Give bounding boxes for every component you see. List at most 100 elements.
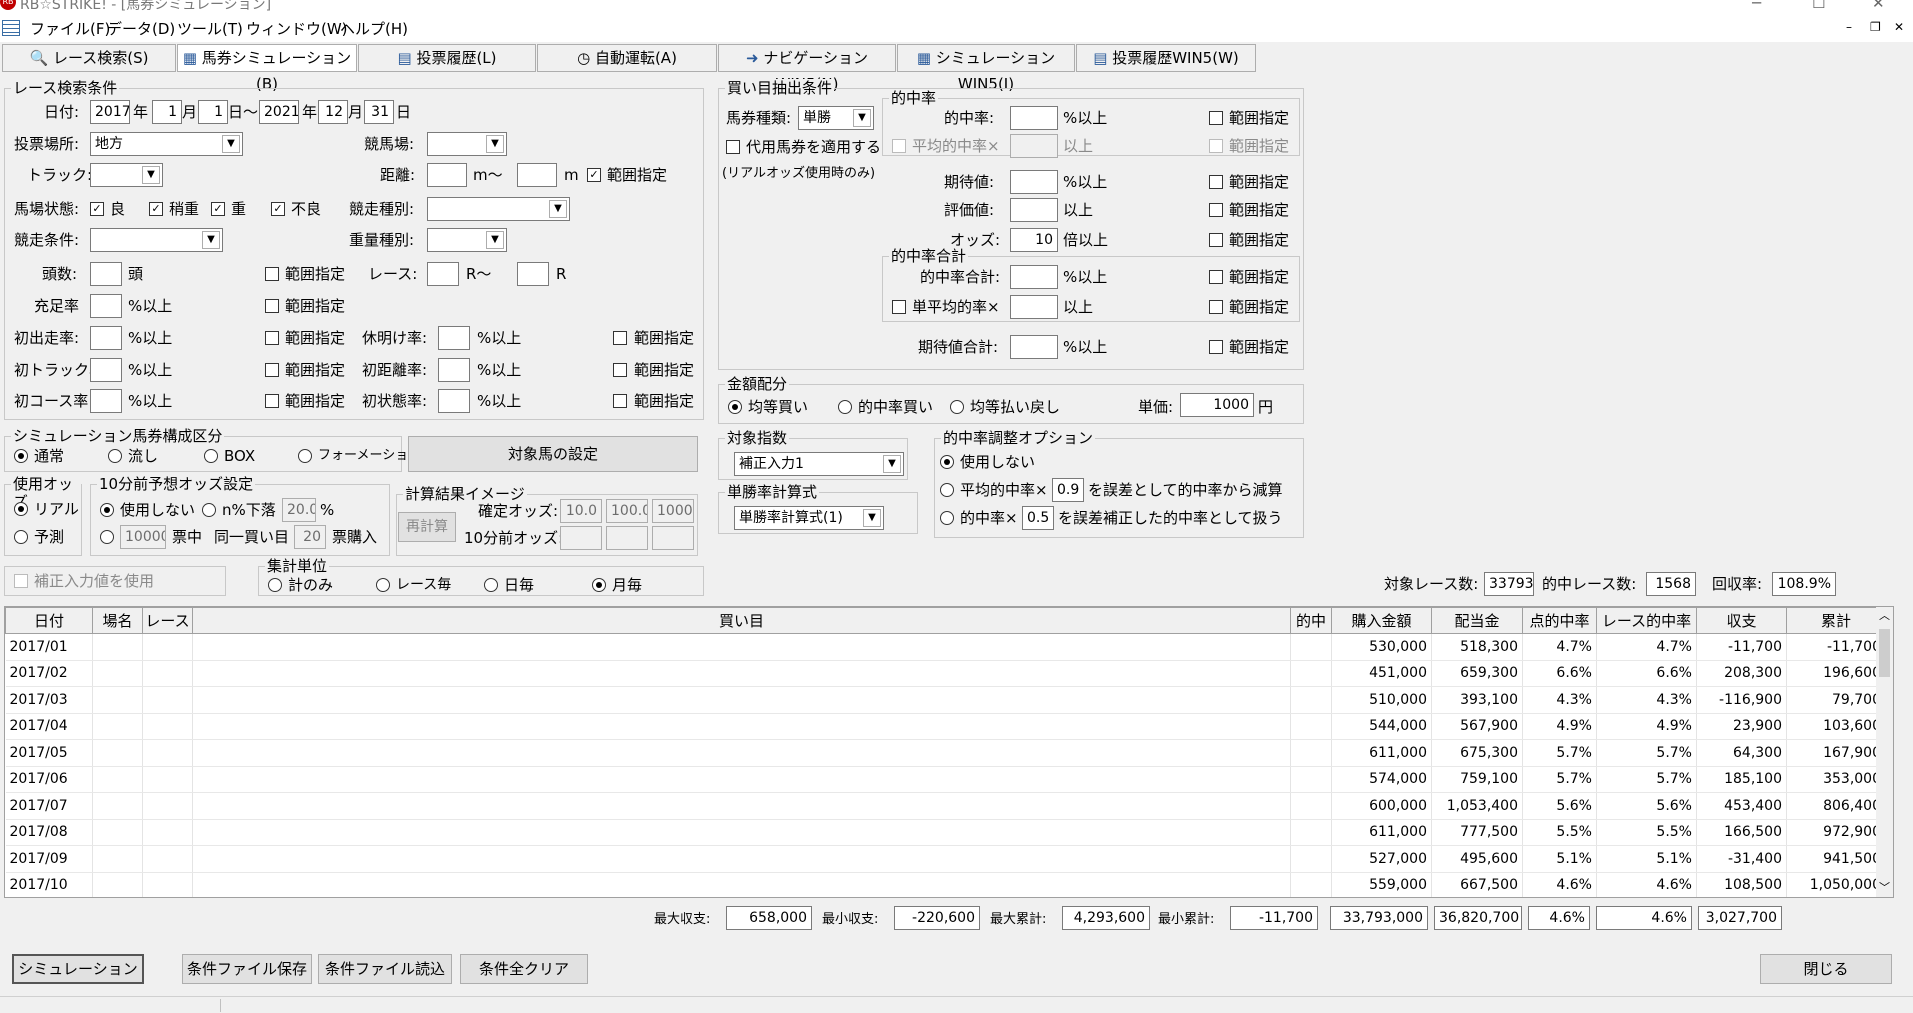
first-track-range-checkbox[interactable]	[265, 363, 279, 377]
scroll-down-icon[interactable]: ﹀	[1879, 879, 1890, 895]
eval-range-checkbox[interactable]	[1209, 203, 1223, 217]
correction-checkbox[interactable]	[14, 574, 28, 588]
rest-input[interactable]	[438, 326, 470, 350]
tab-race-search[interactable]: 🔍 レース検索(S)	[2, 44, 176, 72]
col-buy[interactable]: 購入金額	[1331, 607, 1432, 634]
dist-from-input[interactable]	[427, 163, 467, 187]
hit-range-checkbox[interactable]	[1209, 111, 1223, 125]
first-cond-input[interactable]	[438, 389, 470, 413]
dist-range-checkbox[interactable]: ✓	[587, 168, 601, 182]
avg-hit-input[interactable]	[1010, 134, 1058, 158]
avg-hit-checkbox[interactable]	[892, 139, 906, 153]
index-select[interactable]: 補正入力1 ▼	[734, 452, 904, 476]
adj-avg-input[interactable]: 0.9	[1052, 478, 1084, 502]
to-year-input[interactable]: 2021	[259, 100, 299, 124]
table-row[interactable]: 2017/01 530,000 518,300 4.7% 4.7% -11,700 -11,…	[5, 633, 1886, 661]
first-course-input[interactable]	[90, 389, 122, 413]
col-bet[interactable]: 買い目	[192, 607, 1291, 634]
first-cond-range-checkbox[interactable]	[613, 394, 627, 408]
bet-kind-select[interactable]: 単勝 ▼	[798, 106, 874, 130]
race-to-input[interactable]	[517, 262, 549, 286]
hit-buy-radio[interactable]	[838, 400, 852, 414]
col-point-hit[interactable]: 点的中率	[1522, 607, 1597, 634]
pre10-drop-input[interactable]: 20.0	[282, 498, 316, 522]
table-row[interactable]: 2017/04 544,000 567,900 4.9% 4.9% 23,900 103,6…	[5, 713, 1886, 740]
pre10-vote-input[interactable]: 10000	[120, 525, 166, 549]
nagashi-radio[interactable]	[108, 449, 122, 463]
first-run-input[interactable]	[90, 326, 122, 350]
track-select[interactable]: ▼	[427, 132, 507, 156]
mdi-close-icon[interactable]: ✕	[1894, 20, 1904, 34]
tab-sim-win5[interactable]: ▦ シミュレーションWIN5(I)	[897, 44, 1075, 93]
pre10-drop-radio[interactable]	[202, 503, 216, 517]
table-row[interactable]: 2017/08 611,000 777,500 5.5% 5.5% 166,500 972,…	[5, 819, 1886, 846]
table-row[interactable]: 2017/10 559,000 667,500 4.6% 4.6% 108,500 1,05…	[5, 872, 1886, 897]
venue-select[interactable]: 地方 ▼	[90, 132, 243, 156]
col-race-hit[interactable]: レース的中率	[1596, 607, 1697, 634]
close-button[interactable]: 閉じる	[1760, 954, 1892, 984]
fill-range-checkbox[interactable]	[265, 299, 279, 313]
adj-none-radio[interactable]	[940, 455, 954, 469]
table-row[interactable]: 2017/07 600,000 1,053,400 5.6% 5.6% 453,400 80…	[5, 792, 1886, 820]
exp-sum-input[interactable]	[1010, 335, 1058, 359]
adj-hit-input[interactable]: 0.5	[1022, 506, 1054, 530]
menu-tools[interactable]: ツール(T)	[177, 19, 243, 39]
minimize-icon[interactable]: ─	[1752, 0, 1761, 12]
table-row[interactable]: 2017/05 611,000 675,300 5.7% 5.7% 64,300 167,9…	[5, 739, 1886, 767]
hit-rate-input[interactable]	[1010, 106, 1058, 130]
first-dist-input[interactable]	[438, 358, 470, 382]
to-month-input[interactable]: 12	[318, 100, 348, 124]
odds-range-checkbox[interactable]	[1209, 233, 1223, 247]
uni-avg-input[interactable]	[1010, 295, 1058, 319]
equal-payout-radio[interactable]	[950, 400, 964, 414]
recalc-button[interactable]: 再計算	[398, 512, 456, 542]
normal-radio[interactable]	[14, 449, 28, 463]
uni-avg-range-checkbox[interactable]	[1209, 300, 1223, 314]
unit-price-input[interactable]: 1000	[1180, 393, 1254, 417]
heads-input[interactable]	[90, 262, 122, 286]
first-course-range-checkbox[interactable]	[265, 394, 279, 408]
col-balance[interactable]: 収支	[1696, 607, 1787, 634]
cond-slightly-heavy-checkbox[interactable]: ✓	[149, 202, 163, 216]
expect-range-checkbox[interactable]	[1209, 175, 1223, 189]
race-type-select[interactable]: ▼	[427, 197, 570, 221]
mdi-restore-icon[interactable]: ❐	[1870, 20, 1881, 34]
menu-help[interactable]: ヘルプ(H)	[340, 19, 408, 39]
col-cumulative[interactable]: 累計	[1786, 607, 1886, 634]
scroll-up-icon[interactable]: ︿	[1879, 607, 1890, 623]
from-month-input[interactable]: 1	[152, 100, 182, 124]
race-from-input[interactable]	[427, 262, 459, 286]
close-icon[interactable]: ✕	[1872, 0, 1885, 12]
target-horse-button[interactable]: 対象馬の設定	[408, 436, 698, 472]
clear-conditions-button[interactable]: 条件全クリア	[460, 954, 588, 984]
from-year-input[interactable]: 2017	[90, 100, 130, 124]
save-conditions-button[interactable]: 条件ファイル保存	[182, 954, 312, 984]
simulate-button[interactable]: シミュレーション	[12, 954, 144, 984]
box-radio[interactable]	[204, 449, 218, 463]
odds-input[interactable]: 10	[1010, 228, 1058, 252]
hit-sum-range-checkbox[interactable]	[1209, 270, 1223, 284]
col-race[interactable]: レース	[142, 607, 193, 634]
adj-avg-radio[interactable]	[940, 483, 954, 497]
rest-range-checkbox[interactable]	[613, 331, 627, 345]
cond-bad-checkbox[interactable]: ✓	[271, 202, 285, 216]
pre10-vote-radio[interactable]	[100, 530, 114, 544]
col-date[interactable]: 日付	[5, 607, 93, 634]
first-dist-range-checkbox[interactable]	[613, 363, 627, 377]
tab-nav-win5[interactable]: ➜ ナビゲーションWIN5(N)	[718, 44, 896, 93]
exp-sum-range-checkbox[interactable]	[1209, 340, 1223, 354]
winrate-select[interactable]: 単勝率計算式(1) ▼	[734, 506, 884, 530]
formation-radio[interactable]	[298, 449, 312, 463]
tab-auto[interactable]: ◷ 自動運転(A)	[537, 44, 717, 72]
cond-good-checkbox[interactable]: ✓	[90, 202, 104, 216]
col-hit[interactable]: 的中	[1290, 607, 1332, 634]
table-row[interactable]: 2017/06 574,000 759,100 5.7% 5.7% 185,100 353,…	[5, 766, 1886, 793]
first-run-range-checkbox[interactable]	[265, 331, 279, 345]
substitute-checkbox[interactable]	[726, 140, 740, 154]
tab-simulation[interactable]: ▦ 馬券シミュレーション(B)	[177, 44, 357, 93]
uni-avg-checkbox[interactable]	[892, 300, 906, 314]
tracktype-select[interactable]: ▼	[90, 163, 163, 187]
expect-input[interactable]	[1010, 170, 1058, 194]
adj-hit-radio[interactable]	[940, 511, 954, 525]
table-row[interactable]: 2017/09 527,000 495,600 5.1% 5.1% -31,400 941,…	[5, 845, 1886, 873]
